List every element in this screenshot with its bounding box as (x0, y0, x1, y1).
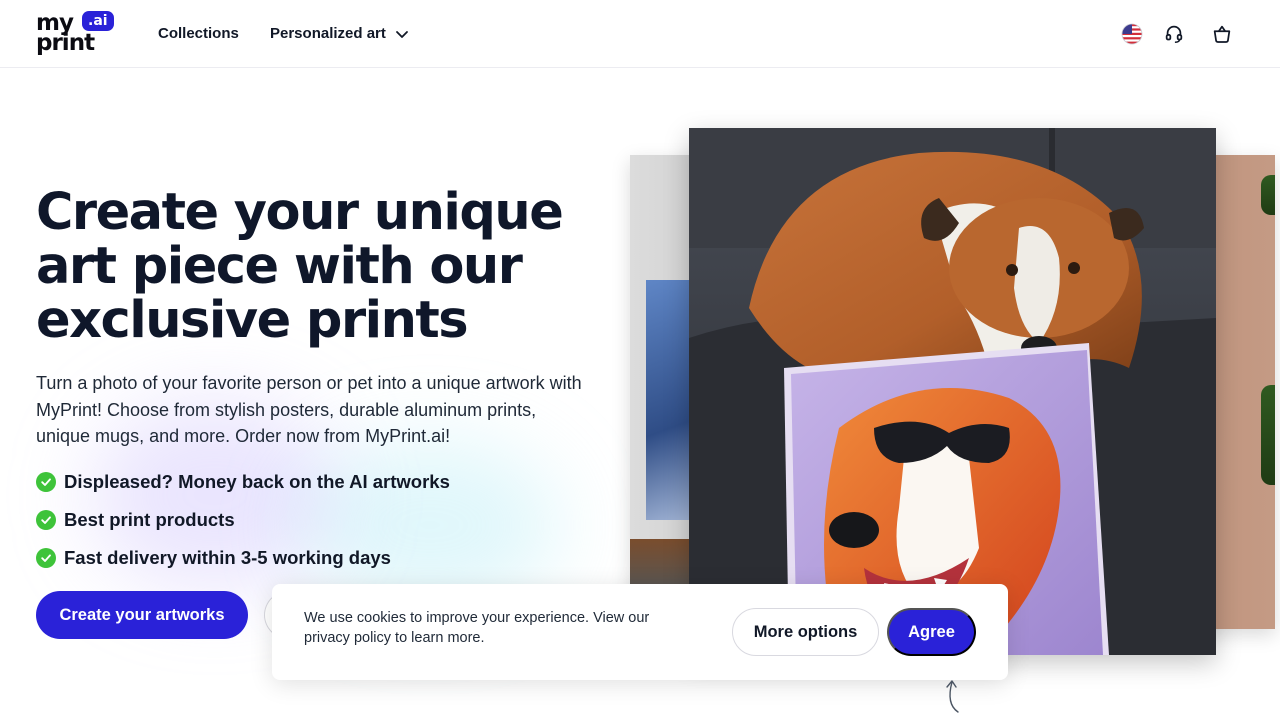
check-circle-icon (36, 510, 56, 530)
logo-word-print: print (36, 30, 95, 56)
feature-item: Best print products (36, 508, 450, 532)
cookie-consent-banner: We use cookies to improve your experienc… (272, 584, 1008, 680)
create-artworks-button[interactable]: Create your artworks (36, 591, 248, 639)
check-circle-icon (36, 472, 56, 492)
nav-personalized-art-label: Personalized art (270, 25, 386, 42)
plant-leaves (1261, 175, 1275, 215)
logo-ai-badge: .ai (82, 11, 114, 31)
more-options-button[interactable]: More options (732, 608, 879, 656)
feature-text: Fast delivery within 3-5 working days (64, 547, 391, 568)
feature-list: Displeased? Money back on the AI artwork… (36, 470, 450, 584)
chevron-down-icon (395, 31, 408, 38)
check-circle-icon (36, 548, 56, 568)
feature-item: Displeased? Money back on the AI artwork… (36, 470, 450, 494)
hero-description: Turn a photo of your favorite person or … (36, 373, 582, 446)
hero-headline: Create your unique art piece with our ex… (36, 183, 564, 350)
curved-arrow-icon (946, 680, 959, 713)
cookie-message: We use cookies to improve your experienc… (304, 610, 650, 646)
nav-collections-link[interactable]: Collections (158, 24, 239, 44)
nav-personalized-art-menu[interactable]: Personalized art (270, 24, 410, 44)
site-header: my .ai print Collections Personalized ar… (0, 0, 1280, 68)
feature-item: Fast delivery within 3-5 working days (36, 546, 450, 570)
us-flag-icon[interactable] (1120, 22, 1144, 46)
headset-support-icon[interactable] (1162, 22, 1186, 46)
feature-text: Displeased? Money back on the AI artwork… (64, 471, 450, 492)
myprint-logo[interactable]: my .ai print (36, 11, 114, 57)
agree-button[interactable]: Agree (887, 608, 976, 656)
shopping-bag-icon[interactable] (1210, 22, 1234, 46)
dog-with-portrait-image (689, 128, 1216, 655)
feature-text: Best print products (64, 509, 235, 530)
plant-leaves (1261, 385, 1275, 485)
